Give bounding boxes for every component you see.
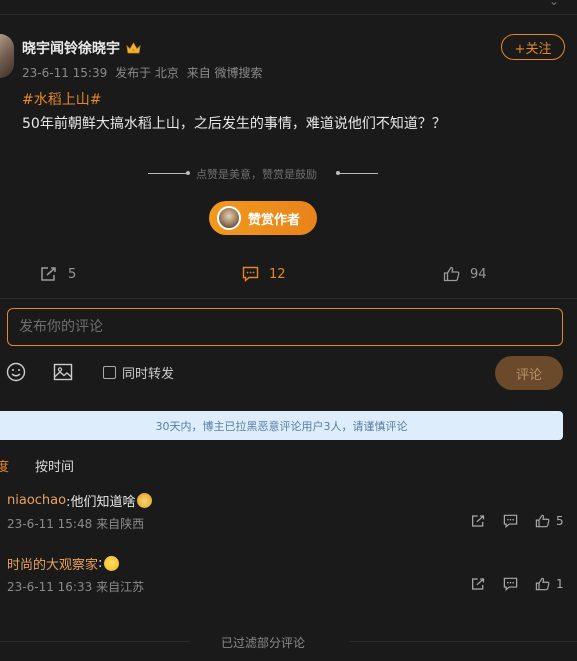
cat-emoji-icon: [137, 493, 153, 508]
author-name-text[interactable]: 晓宇闻铃徐晓宇: [22, 38, 120, 58]
reward-dot-left: [186, 171, 190, 175]
comment-count: 12: [269, 266, 286, 282]
top-divider: [0, 14, 577, 15]
repost-checkbox[interactable]: [103, 366, 116, 379]
comment-action[interactable]: 12: [242, 266, 286, 282]
comment-input[interactable]: [7, 308, 563, 346]
post-content: 50年前朝鲜大搞水稻上山，之后发生的事情，难道说他们不知道？？: [22, 116, 446, 132]
comment-item: 时尚的大观察家 :: [7, 554, 120, 573]
tab-by-time[interactable]: 按时间: [35, 456, 74, 475]
thumbs-up-icon[interactable]: [535, 514, 550, 528]
submit-comment-button[interactable]: 评论: [495, 356, 563, 390]
comment-like-count: 1: [556, 577, 564, 591]
follow-button[interactable]: +关注: [501, 34, 565, 60]
author-avatar[interactable]: [0, 34, 14, 78]
repost-icon[interactable]: [471, 514, 486, 528]
shrug-emoji-icon: [104, 556, 120, 571]
author-name[interactable]: 晓宇闻铃徐晓宇: [22, 38, 141, 58]
chevron-down-icon[interactable]: ⌄: [549, 0, 559, 8]
post-meta: 23-6-11 15:39 发布于 北京 来自 微博搜索: [22, 64, 267, 81]
hashtag-link[interactable]: #水稻上山#: [22, 89, 101, 109]
comment-icon[interactable]: [503, 514, 518, 528]
section-divider: [0, 298, 577, 299]
comment-meta: 23-6-11 16:33 来自江苏: [7, 578, 144, 595]
reward-divider-left: [148, 173, 188, 174]
comment-username[interactable]: niaochao: [7, 493, 66, 508]
comment-time: 23-6-11 15:48: [7, 517, 93, 531]
like-count: 94: [470, 266, 487, 282]
reward-button-label: 赞赏作者: [248, 212, 301, 228]
comment-actions: 1: [471, 577, 564, 591]
filtered-comments-note: 已过滤部分评论: [221, 636, 306, 650]
comment-username[interactable]: 时尚的大观察家: [7, 554, 98, 573]
emoji-icon[interactable]: [6, 362, 26, 382]
blocked-users-notice: 30天内，博主已拉黑恶意评论用户3人，请谨慎评论: [0, 411, 563, 440]
footer-divider-left: [0, 641, 190, 642]
comment-icon: [242, 266, 259, 282]
like-action[interactable]: 94: [443, 266, 487, 282]
repost-icon[interactable]: [471, 577, 486, 591]
repost-count: 5: [68, 266, 77, 282]
repost-checkbox-label: 同时转发: [122, 367, 175, 382]
footer-divider-right: [349, 641, 577, 642]
comment-time: 23-6-11 16:33: [7, 580, 93, 594]
reward-author-button[interactable]: 赞赏作者: [209, 201, 317, 235]
post-location: 发布于 北京: [115, 66, 179, 80]
thumbs-up-icon[interactable]: [535, 577, 550, 591]
post-stats: 5 12 94: [0, 266, 577, 288]
tab-hot[interactable]: 度: [0, 456, 9, 475]
thumbs-up-icon: [443, 266, 460, 282]
comment-item: niaochao :他们知道啥: [7, 491, 153, 510]
post-time[interactable]: 23-6-11 15:39: [22, 66, 107, 80]
post-source: 来自 微博搜索: [186, 66, 263, 80]
repost-checkbox-wrap[interactable]: 同时转发: [103, 363, 174, 382]
reward-prompt: 点赞是美意，赞赏是鼓励: [196, 168, 317, 181]
comment-like-count: 5: [556, 514, 564, 528]
comment-source: 来自江苏: [96, 580, 145, 594]
comment-meta: 23-6-11 15:48 来自陕西: [7, 515, 144, 532]
repost-action[interactable]: 5: [40, 266, 76, 282]
comment-icon[interactable]: [503, 577, 518, 591]
repost-icon: [41, 267, 56, 281]
comment-text: :他们知道啥: [66, 495, 136, 510]
comment-source: 来自陕西: [96, 517, 145, 531]
reward-avatar: [217, 206, 241, 230]
image-icon[interactable]: [53, 362, 73, 382]
reward-divider-right: [338, 173, 378, 174]
comment-text: :: [98, 556, 103, 571]
crown-badge-icon: [126, 41, 141, 53]
comment-actions: 5: [471, 514, 564, 528]
